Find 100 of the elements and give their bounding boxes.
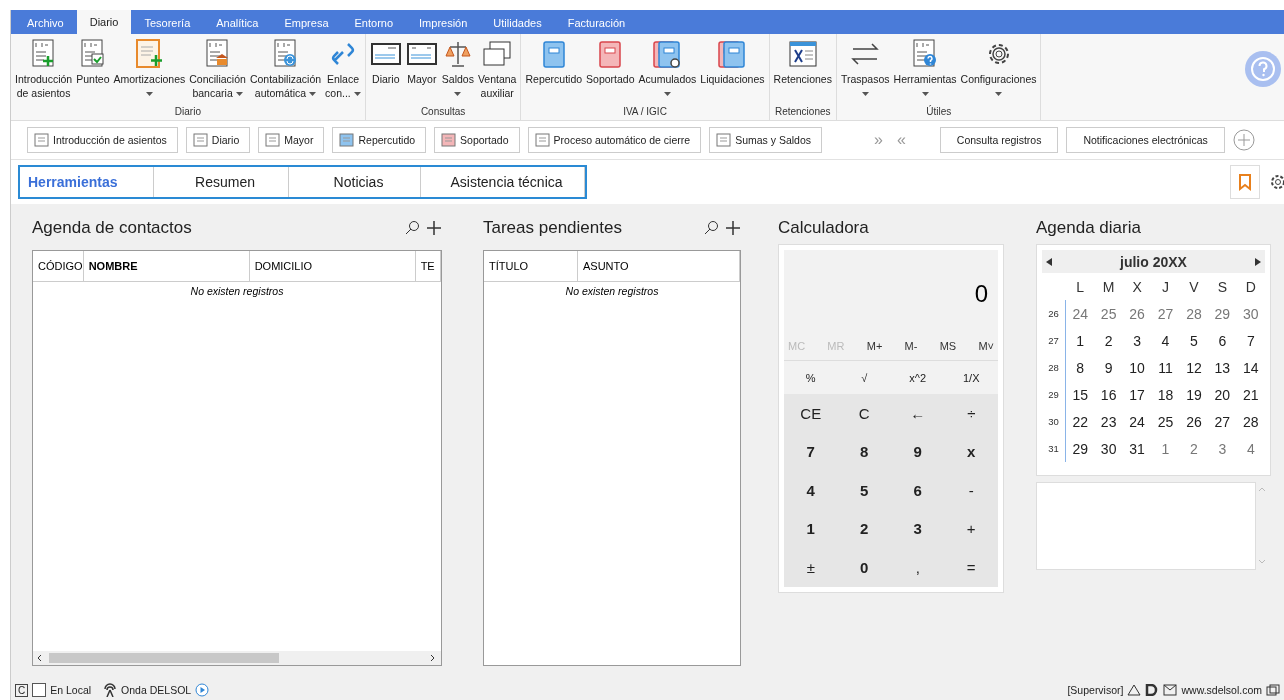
calculator-key[interactable]: ÷ — [944, 394, 998, 433]
warning-icon[interactable] — [1127, 684, 1142, 696]
ribbon-button[interactable]: Soportado — [584, 38, 637, 86]
add-icon[interactable] — [426, 220, 442, 236]
calculator-key[interactable]: CE — [784, 394, 838, 433]
menu-tab[interactable]: Diario — [76, 10, 132, 34]
toolbar-button[interactable]: Proceso automático de cierre — [527, 127, 702, 153]
calendar-day[interactable]: 15 — [1066, 386, 1095, 403]
ribbon-button[interactable]: Configuraciones — [958, 38, 1039, 96]
calculator-key[interactable]: 1/X — [944, 361, 998, 394]
calendar-day[interactable]: 7 — [1236, 332, 1265, 349]
calendar-day[interactable]: 30 — [1236, 305, 1265, 322]
ribbon-button[interactable]: Retenciones — [771, 38, 834, 86]
checkbox[interactable] — [32, 683, 47, 697]
menu-tab[interactable]: Empresa — [271, 12, 342, 34]
menu-tab[interactable]: Facturación — [554, 12, 639, 34]
panel-tab[interactable]: Asistencia técnica — [421, 167, 585, 197]
ribbon-button[interactable]: Traspasos — [838, 38, 892, 96]
calendar-day[interactable]: 30 — [1094, 440, 1123, 457]
calendar-day[interactable]: 24 — [1066, 305, 1095, 322]
calendar-day[interactable]: 27 — [1151, 305, 1180, 322]
calendar-day[interactable]: 11 — [1151, 359, 1180, 376]
calendar-day[interactable]: 3 — [1122, 332, 1152, 349]
website-link[interactable]: www.sdelsol.com — [1181, 684, 1262, 696]
panel-tab[interactable]: Herramientas — [20, 167, 154, 197]
toolbar-button[interactable]: Notificaciones electrónicas — [1066, 127, 1225, 153]
calendar-day[interactable]: 16 — [1094, 386, 1123, 403]
calendar-day[interactable]: 18 — [1151, 386, 1180, 403]
calendar-day[interactable]: 4 — [1151, 332, 1180, 349]
calculator-key[interactable]: x^2 — [891, 361, 945, 394]
calendar-day[interactable]: 3 — [1208, 440, 1237, 457]
calendar-day[interactable]: 2 — [1179, 440, 1209, 457]
calendar-day[interactable]: 14 — [1236, 359, 1265, 376]
calculator-key[interactable]: x — [944, 432, 998, 471]
ribbon-button[interactable]: Diario — [367, 38, 404, 86]
d-logo-icon[interactable] — [1145, 684, 1160, 696]
menu-tab[interactable]: Utilidades — [480, 12, 555, 34]
calculator-key[interactable]: - — [944, 471, 998, 510]
panel-tab[interactable]: Resumen — [154, 167, 289, 197]
calculator-key[interactable]: 6 — [891, 471, 945, 510]
calculator-key[interactable]: , — [891, 548, 945, 587]
ribbon-button[interactable]: Acumulados — [636, 38, 699, 96]
ribbon-button[interactable]: Saldos — [439, 38, 476, 96]
next-month-icon[interactable] — [1255, 257, 1261, 266]
calculator-key[interactable]: 0 — [837, 548, 891, 587]
calendar-day[interactable]: 21 — [1236, 386, 1265, 403]
toolbar-button[interactable]: Introducción de asientos — [27, 127, 178, 153]
calendar-day[interactable]: 4 — [1236, 440, 1265, 457]
search-icon[interactable] — [404, 220, 420, 236]
calculator-key[interactable]: % — [784, 361, 838, 394]
calculator-key[interactable]: 5 — [837, 471, 891, 510]
calendar-day[interactable]: 29 — [1208, 305, 1237, 322]
toolbar-button[interactable]: Repercutido — [332, 127, 427, 153]
calendar-day[interactable]: 5 — [1179, 332, 1209, 349]
menu-tab[interactable]: Entorno — [341, 12, 407, 34]
ribbon-button[interactable]: Repercutido — [523, 38, 585, 86]
ribbon-button[interactable]: Conciliación bancaria — [187, 38, 248, 100]
calculator-key[interactable]: √ — [837, 361, 891, 394]
calculator-key[interactable]: 2 — [837, 509, 891, 548]
menu-tab[interactable]: Analítica — [203, 12, 272, 34]
calculator-key[interactable]: ± — [784, 548, 838, 587]
horizontal-scrollbar[interactable] — [33, 651, 441, 665]
toolbar-button[interactable]: Sumas y Saldos — [709, 127, 822, 153]
memory-key[interactable]: MS — [939, 340, 957, 352]
calendar-day[interactable]: 28 — [1179, 305, 1209, 322]
calendar-day[interactable]: 26 — [1122, 305, 1152, 322]
memory-key[interactable]: M- — [904, 340, 918, 352]
ribbon-button[interactable]: Mayor — [403, 38, 440, 86]
window-icon[interactable] — [1266, 684, 1280, 696]
mail-icon[interactable] — [1163, 684, 1178, 696]
calendar-day[interactable]: 23 — [1094, 413, 1123, 430]
toolbar-button[interactable]: Soportado — [434, 127, 520, 153]
calendar-day[interactable]: 13 — [1208, 359, 1237, 376]
search-icon[interactable] — [703, 220, 719, 236]
add-icon[interactable] — [1232, 129, 1255, 151]
ribbon-button[interactable]: Contabilización automática — [247, 38, 324, 100]
toolbar-button[interactable]: Consulta registros — [939, 127, 1059, 153]
calendar-day[interactable]: 6 — [1208, 332, 1237, 349]
calendar-day[interactable]: 9 — [1094, 359, 1123, 376]
calculator-key[interactable]: 8 — [837, 432, 891, 471]
calculator-key[interactable]: 4 — [784, 471, 838, 510]
calendar-day[interactable]: 22 — [1066, 413, 1095, 430]
calculator-key[interactable]: + — [944, 509, 998, 548]
calendar-day[interactable]: 1 — [1066, 332, 1095, 349]
ribbon-button[interactable]: Enlace con... — [323, 38, 363, 100]
play-icon[interactable] — [195, 683, 210, 697]
calculator-key[interactable]: 9 — [891, 432, 945, 471]
notes-field[interactable] — [1036, 482, 1256, 570]
calendar-day[interactable]: 25 — [1094, 305, 1123, 322]
ribbon-button[interactable]: Ventana auxiliar — [475, 38, 519, 100]
menu-tab[interactable]: Tesorería — [131, 12, 204, 34]
calendar-day[interactable]: 20 — [1208, 386, 1237, 403]
menu-tab[interactable]: Archivo — [14, 12, 77, 34]
calendar-day[interactable]: 19 — [1179, 386, 1209, 403]
calendar-day[interactable]: 1 — [1151, 440, 1180, 457]
ribbon-button[interactable]: Herramientas — [891, 38, 959, 96]
toolbar-button[interactable]: Mayor — [258, 127, 325, 153]
calculator-key[interactable]: 3 — [891, 509, 945, 548]
bookmark-icon[interactable] — [1230, 165, 1260, 199]
calendar-day[interactable]: 2 — [1094, 332, 1123, 349]
